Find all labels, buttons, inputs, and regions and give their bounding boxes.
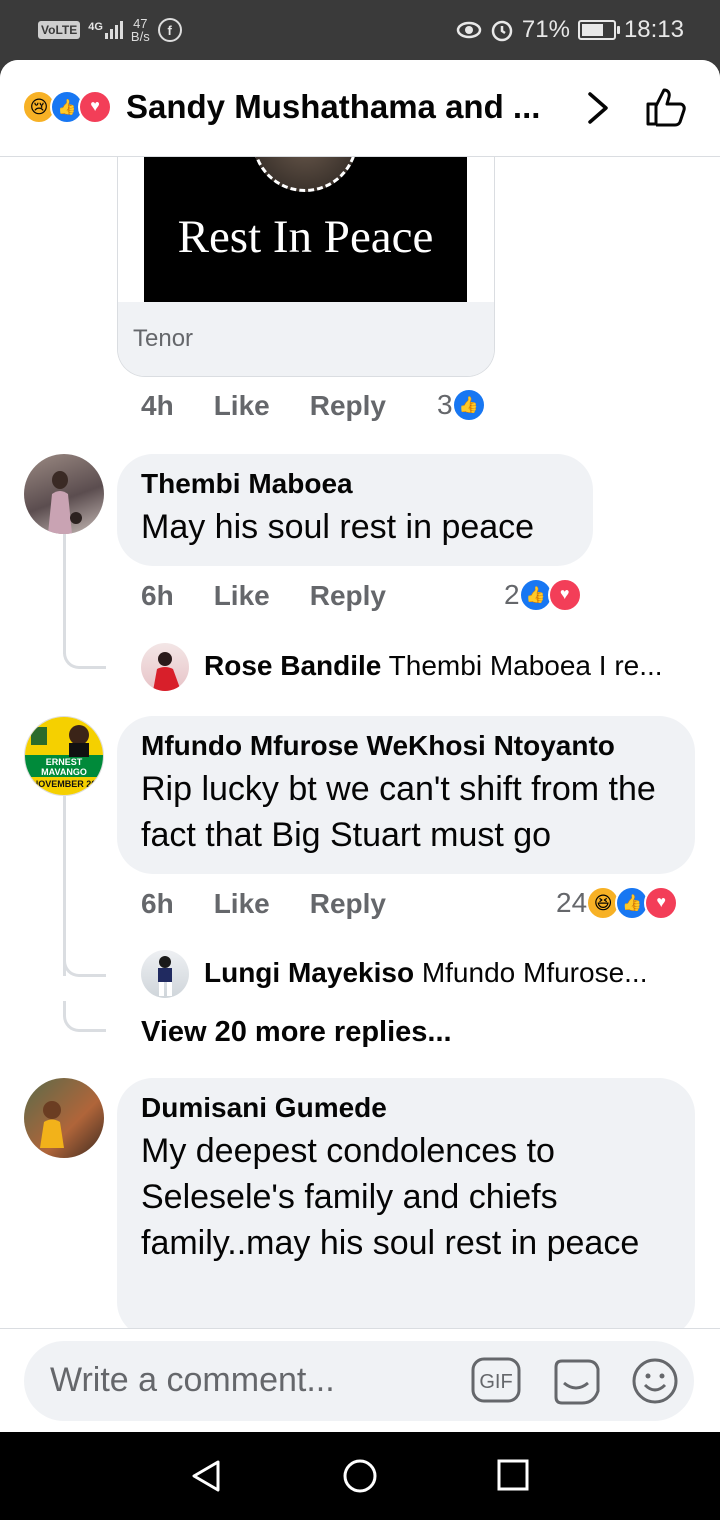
sheet-header: 😢 👍 ♥ Sandy Mushathama and ...	[0, 60, 720, 157]
avatar-caption-date: NOVEMBER 20	[31, 779, 97, 789]
status-bar: VoLTE 4G 47 B/s f 71% 18:13	[0, 0, 720, 60]
comment-placeholder: Write a comment...	[50, 1361, 335, 1399]
battery-icon	[577, 20, 620, 40]
view-more-replies-link[interactable]: View 20 more replies...	[141, 1016, 452, 1049]
reply-preview[interactable]: Lungi Mayekiso Mfundo Mfurose...	[204, 957, 647, 989]
reaction-count[interactable]: 3 👍	[437, 388, 486, 422]
reaction-summary[interactable]: 😢 👍 ♥	[22, 90, 112, 124]
alarm-icon	[491, 20, 513, 42]
signal-icon: 4G	[88, 21, 123, 39]
comment-bubble[interactable]: Mfundo Mfurose WeKhosi Ntoyanto Rip luck…	[117, 716, 695, 874]
thread-line	[63, 534, 66, 654]
comment-author[interactable]: Dumisani Gumede	[141, 1092, 671, 1124]
chevron-right-icon[interactable]	[586, 90, 610, 126]
reply-author[interactable]: Rose Bandile	[204, 650, 381, 681]
comment-text: My deepest condolences to Selesele's fam…	[141, 1132, 640, 1262]
avatar[interactable]	[24, 1078, 104, 1158]
avatar[interactable]: ERNEST MAVANGO NOVEMBER 20	[24, 716, 104, 796]
comment-actions: 6h Like Reply	[141, 580, 386, 612]
comment-actions: 6h Like Reply	[141, 888, 386, 920]
reply-avatar[interactable]	[141, 950, 189, 998]
home-icon[interactable]	[342, 1458, 378, 1494]
comment-time: 4h	[141, 390, 174, 421]
status-right: 71% 18:13	[456, 14, 684, 46]
gif-source: Tenor	[118, 302, 494, 376]
comment-composer: Write a comment... GIF	[0, 1328, 720, 1432]
comment-text: May his soul rest in peace	[141, 508, 535, 546]
back-icon[interactable]	[188, 1458, 224, 1494]
reply-text: Thembi Maboea I re...	[388, 650, 663, 681]
thread-connector	[63, 638, 106, 669]
comment-bubble[interactable]: Dumisani Gumede My deepest condolences t…	[117, 1078, 695, 1338]
love-reaction-icon: ♥	[78, 90, 112, 124]
gif-attachment[interactable]: Rest In Peace Tenor	[117, 126, 495, 377]
comment-author[interactable]: Mfundo Mfurose WeKhosi Ntoyanto	[141, 730, 671, 762]
like-button[interactable]: Like	[214, 390, 270, 422]
reactors-title[interactable]: Sandy Mushathama and ...	[126, 88, 540, 126]
emoji-icon[interactable]	[631, 1357, 679, 1405]
love-reaction-icon: ♥	[547, 578, 582, 612]
thread-connector	[63, 946, 106, 977]
avatar[interactable]	[24, 454, 104, 534]
signal-label: 4G	[88, 21, 103, 33]
reaction-count[interactable]: 24 😆 👍 ♥	[556, 886, 679, 920]
reaction-count[interactable]: 2 👍 ♥	[504, 578, 582, 612]
like-button[interactable]: Like	[214, 580, 270, 612]
recents-icon[interactable]	[496, 1458, 530, 1492]
thread-connector	[63, 1001, 106, 1032]
comment-time: 6h	[141, 580, 174, 611]
system-nav-bar	[0, 1432, 720, 1520]
battery-percent: 71%	[521, 16, 570, 43]
clock: 18:13	[623, 16, 684, 43]
status-left: VoLTE 4G 47 B/s f	[38, 14, 182, 46]
volte-badge: VoLTE	[38, 21, 81, 39]
comment-actions: 4h Like Reply	[141, 390, 386, 422]
comment-text: Rip lucky bt we can't shift from the fac…	[141, 770, 656, 854]
avatar-caption: ERNEST MAVANGO	[41, 757, 87, 777]
reply-button[interactable]: Reply	[310, 390, 386, 422]
reply-button[interactable]: Reply	[310, 580, 386, 612]
comment-input[interactable]: Write a comment... GIF	[24, 1341, 694, 1421]
gif-icon[interactable]: GIF	[471, 1357, 521, 1403]
reply-avatar[interactable]	[141, 643, 189, 691]
sticker-icon[interactable]	[550, 1357, 602, 1407]
comment-time: 6h	[141, 888, 174, 919]
reply-text: Mfundo Mfurose...	[421, 957, 648, 988]
net-speed: 47 B/s	[130, 16, 150, 44]
eye-comfort-icon	[456, 21, 482, 39]
like-post-icon[interactable]	[644, 86, 688, 128]
love-reaction-icon: ♥	[644, 886, 679, 920]
like-button[interactable]: Like	[214, 888, 270, 920]
reply-author[interactable]: Lungi Mayekiso	[204, 957, 414, 988]
comments-sheet: 😢 👍 ♥ Sandy Mushathama and ... Rest In P…	[0, 60, 720, 1432]
reply-preview[interactable]: Rose Bandile Thembi Maboea I re...	[204, 650, 663, 682]
comment-author[interactable]: Thembi Maboea	[141, 468, 569, 500]
reply-button[interactable]: Reply	[310, 888, 386, 920]
facebook-icon: f	[157, 18, 182, 42]
like-reaction-icon: 👍	[451, 388, 486, 422]
comment-bubble[interactable]: Thembi Maboea May his soul rest in peace	[117, 454, 593, 566]
gif-icon-label: GIF	[479, 1371, 512, 1393]
